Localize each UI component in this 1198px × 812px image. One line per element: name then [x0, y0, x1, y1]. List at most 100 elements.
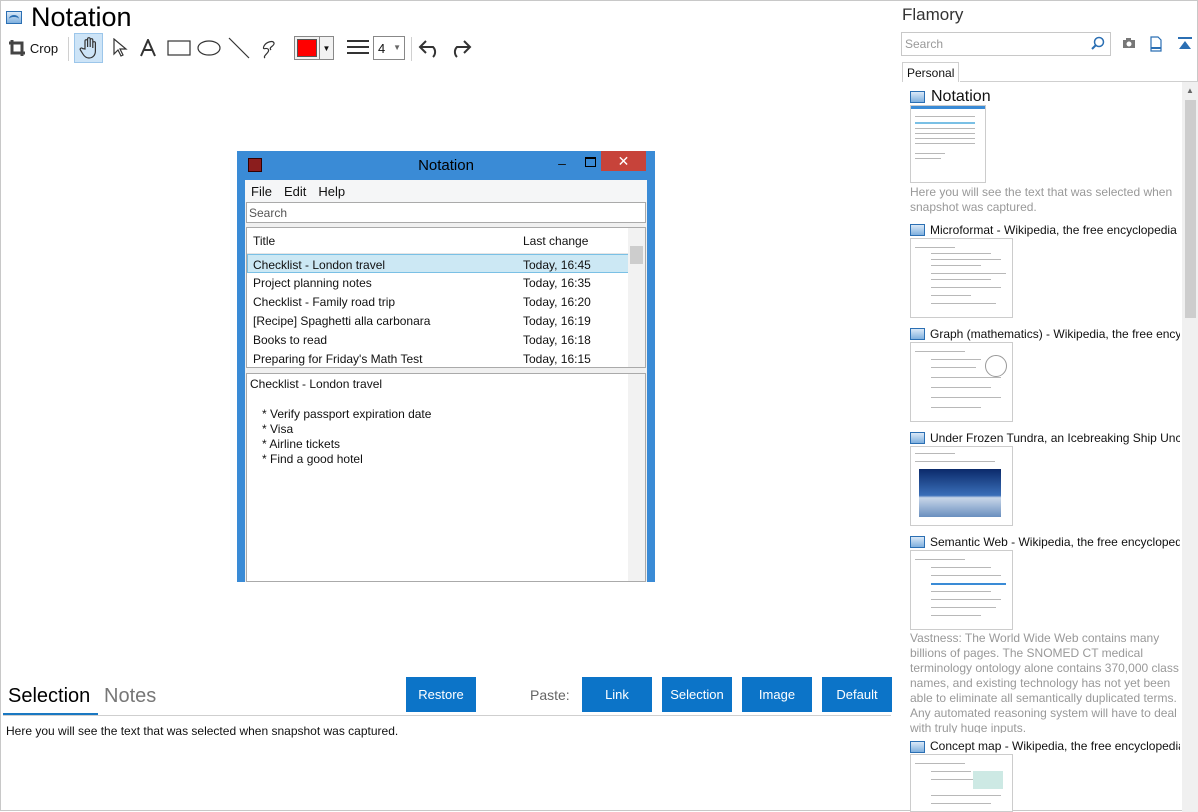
paste-label: Paste: [530, 687, 570, 703]
list-row: Checklist - Family road trip Today, 16:2… [247, 292, 645, 311]
ellipse-tool-button[interactable] [196, 33, 222, 63]
line-style-button[interactable] [345, 33, 371, 63]
snapshot-menubar: File Edit Help [245, 180, 647, 202]
entry-title[interactable]: Concept map - Wikipedia, the free encycl… [930, 739, 1180, 753]
crop-label: Crop [29, 40, 59, 56]
panel-search-input[interactable]: Search [901, 32, 1111, 56]
search-icon[interactable] [1091, 36, 1105, 55]
row-title: [Recipe] Spaghetti alla carbonara [253, 314, 431, 328]
paste-image-button[interactable]: Image [742, 677, 812, 712]
chevron-down-icon: ▼ [393, 43, 401, 52]
redo-button[interactable] [447, 33, 473, 63]
row-title: Checklist - Family road trip [253, 295, 396, 309]
row-title: Project planning notes [253, 276, 372, 290]
row-time: Today, 16:20 [523, 295, 591, 309]
redo-icon [453, 40, 472, 58]
entry-title[interactable]: Microformat - Wikipedia, the free encycl… [930, 223, 1180, 237]
note-line: * Find a good hotel [262, 452, 363, 466]
line-tool-button[interactable] [227, 33, 251, 63]
line-width-value: 4 [378, 40, 386, 56]
note-line: * Visa [262, 422, 294, 436]
tab-selection[interactable]: Selection [8, 685, 90, 708]
flamory-panel: Flamory Search Personal Notation Here yo… [898, 1, 1198, 812]
tab-personal[interactable]: Personal [902, 62, 960, 82]
document-icon[interactable] [1150, 36, 1162, 57]
entry-title[interactable]: Notation [931, 88, 1181, 106]
note-title: Checklist - London travel [250, 377, 383, 391]
row-time: Today, 16:18 [523, 333, 591, 347]
entry-thumbnail[interactable] [910, 105, 986, 183]
selection-text[interactable]: Here you will see the text that was sele… [6, 724, 398, 738]
hand-tool-button[interactable] [74, 33, 103, 63]
entry-thumbnail[interactable] [910, 550, 1013, 630]
paste-selection-button[interactable]: Selection [662, 677, 732, 712]
pointer-tool-button[interactable] [108, 33, 132, 63]
text-tool-button[interactable] [137, 33, 159, 63]
line-icon [228, 37, 250, 59]
list-row: Books to read Today, 16:18 [247, 330, 645, 349]
row-title: Preparing for Friday's Math Test [253, 352, 423, 366]
column-last-change: Last change [523, 234, 589, 248]
note-line: * Verify passport expiration date [262, 407, 432, 421]
snapshot-entry-icon [910, 536, 925, 548]
row-time: Today, 16:19 [523, 314, 591, 328]
snapshot-image[interactable]: Notation – ✕ File Edit Help Search Title… [237, 151, 655, 582]
panel-scrollbar[interactable]: ▲ [1182, 82, 1198, 812]
ellipse-icon [197, 40, 221, 56]
row-time: Today, 16:45 [523, 258, 591, 272]
snapshot-window-body: File Edit Help Search Title Last change … [245, 180, 647, 582]
rectangle-icon [167, 40, 191, 56]
entry-description: Vastness: The World Wide Web contains ma… [910, 631, 1179, 733]
rectangle-tool-button[interactable] [166, 33, 192, 63]
list-row: Preparing for Friday's Math Test Today, … [247, 349, 645, 368]
snapshot-entry-icon [910, 432, 925, 444]
menu-help: Help [318, 183, 346, 199]
collapse-to-top-icon[interactable] [1177, 36, 1193, 57]
snapshot-entry-icon [910, 741, 925, 753]
line-width-select[interactable]: 4 ▼ [373, 36, 405, 60]
scrollbar-thumb[interactable] [1185, 100, 1196, 318]
panel-title: Flamory [902, 5, 964, 24]
color-picker[interactable]: ▼ [294, 36, 334, 60]
minimize-icon: – [558, 155, 566, 171]
snapshot-note-editor: Checklist - London travel * Verify passp… [246, 373, 646, 582]
snapshot-entry-icon [910, 224, 925, 236]
entry-thumbnail[interactable] [910, 754, 1013, 812]
undo-button[interactable] [417, 33, 443, 63]
app-logo-icon [6, 11, 22, 24]
row-time: Today, 16:15 [523, 352, 591, 366]
toolbar-divider [411, 37, 412, 61]
close-icon: ✕ [601, 151, 646, 171]
entry-title[interactable]: Semantic Web - Wikipedia, the free encyc… [930, 535, 1180, 549]
entry-title[interactable]: Under Frozen Tundra, an Icebreaking Ship… [930, 431, 1180, 445]
snapshot-notes-list: Title Last change Checklist - London tra… [246, 227, 646, 368]
row-time: Today, 16:35 [523, 276, 591, 290]
hand-icon [79, 37, 96, 59]
paste-default-button[interactable]: Default [822, 677, 892, 712]
snapshot-search-field: Search [246, 202, 646, 223]
tab-divider [960, 81, 1198, 82]
list-row: [Recipe] Spaghetti alla carbonara Today,… [247, 311, 645, 330]
entry-thumbnail[interactable] [910, 446, 1013, 526]
snapshot-entry-icon [910, 328, 925, 340]
maximize-icon [582, 155, 598, 171]
camera-icon[interactable] [1122, 36, 1136, 54]
crop-icon [8, 40, 25, 56]
entry-thumbnail[interactable] [910, 238, 1013, 318]
row-title: Checklist - London travel [253, 258, 386, 272]
column-title: Title [253, 234, 276, 248]
snapshot-titlebar: Notation – ✕ [237, 151, 655, 179]
freehand-squiggle-icon [262, 40, 275, 59]
page-title: Notation [31, 2, 132, 32]
restore-button[interactable]: Restore [406, 677, 476, 712]
text-a-icon [140, 39, 156, 57]
entry-thumbnail[interactable] [910, 342, 1013, 422]
tab-notes[interactable]: Notes [104, 685, 156, 708]
freehand-tool-button[interactable] [257, 33, 281, 63]
paste-link-button[interactable]: Link [582, 677, 652, 712]
menu-file: File [251, 183, 272, 199]
scroll-up-icon[interactable]: ▲ [1186, 86, 1194, 95]
crop-button[interactable]: Crop [7, 33, 59, 63]
entry-title[interactable]: Graph (mathematics) - Wikipedia, the fre… [930, 327, 1180, 341]
undo-icon [418, 40, 437, 58]
